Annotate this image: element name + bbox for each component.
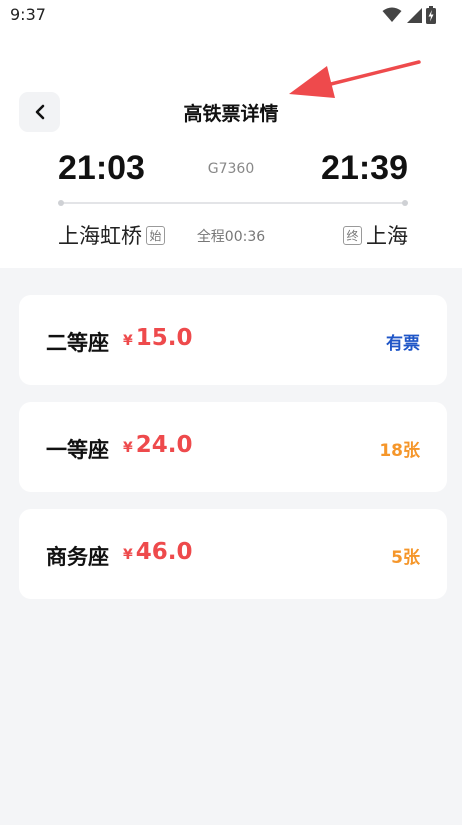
seat-card-business-class[interactable]: 商务座 ¥ 46.0 5张 (19, 509, 447, 599)
seat-name: 二等座 (46, 331, 109, 355)
status-icons (382, 6, 436, 24)
route-start-dot (58, 200, 64, 206)
seat-price: ¥ 24.0 (123, 432, 193, 458)
currency-symbol: ¥ (123, 440, 133, 456)
price-value: 46.0 (135, 539, 193, 565)
arrival-station-name: 上海 (366, 224, 408, 248)
seat-card-first-class[interactable]: 一等座 ¥ 24.0 18张 (19, 402, 447, 492)
header-area: 9:37 高铁票详情 21:03 G7360 21:39 上海虹桥 始 全程00… (0, 0, 462, 268)
page-title: 高铁票详情 (183, 103, 279, 125)
seat-price: ¥ 46.0 (123, 539, 193, 565)
end-tag: 终 (343, 225, 362, 245)
battery-charging-icon (426, 6, 436, 24)
signal-icon (407, 8, 422, 23)
status-bar: 9:37 (0, 0, 462, 30)
wifi-icon (382, 7, 402, 22)
seat-availability: 有票 (386, 334, 420, 354)
seat-price: ¥ 15.0 (123, 325, 193, 351)
seat-card-second-class[interactable]: 二等座 ¥ 15.0 有票 (19, 295, 447, 385)
seat-availability: 18张 (379, 441, 420, 461)
route-line (58, 200, 408, 206)
currency-symbol: ¥ (123, 547, 133, 563)
seat-availability: 5张 (391, 548, 420, 568)
annotation-arrow-icon (289, 60, 421, 98)
price-value: 24.0 (135, 432, 193, 458)
price-value: 15.0 (135, 325, 193, 351)
arrival-station: 终 上海 (343, 220, 408, 250)
seat-name: 一等座 (46, 438, 109, 462)
currency-symbol: ¥ (123, 333, 133, 349)
status-time: 9:37 (10, 5, 46, 24)
seat-name: 商务座 (46, 545, 109, 569)
route-end-dot (402, 200, 408, 206)
arrival-time: 21:39 (321, 149, 408, 187)
